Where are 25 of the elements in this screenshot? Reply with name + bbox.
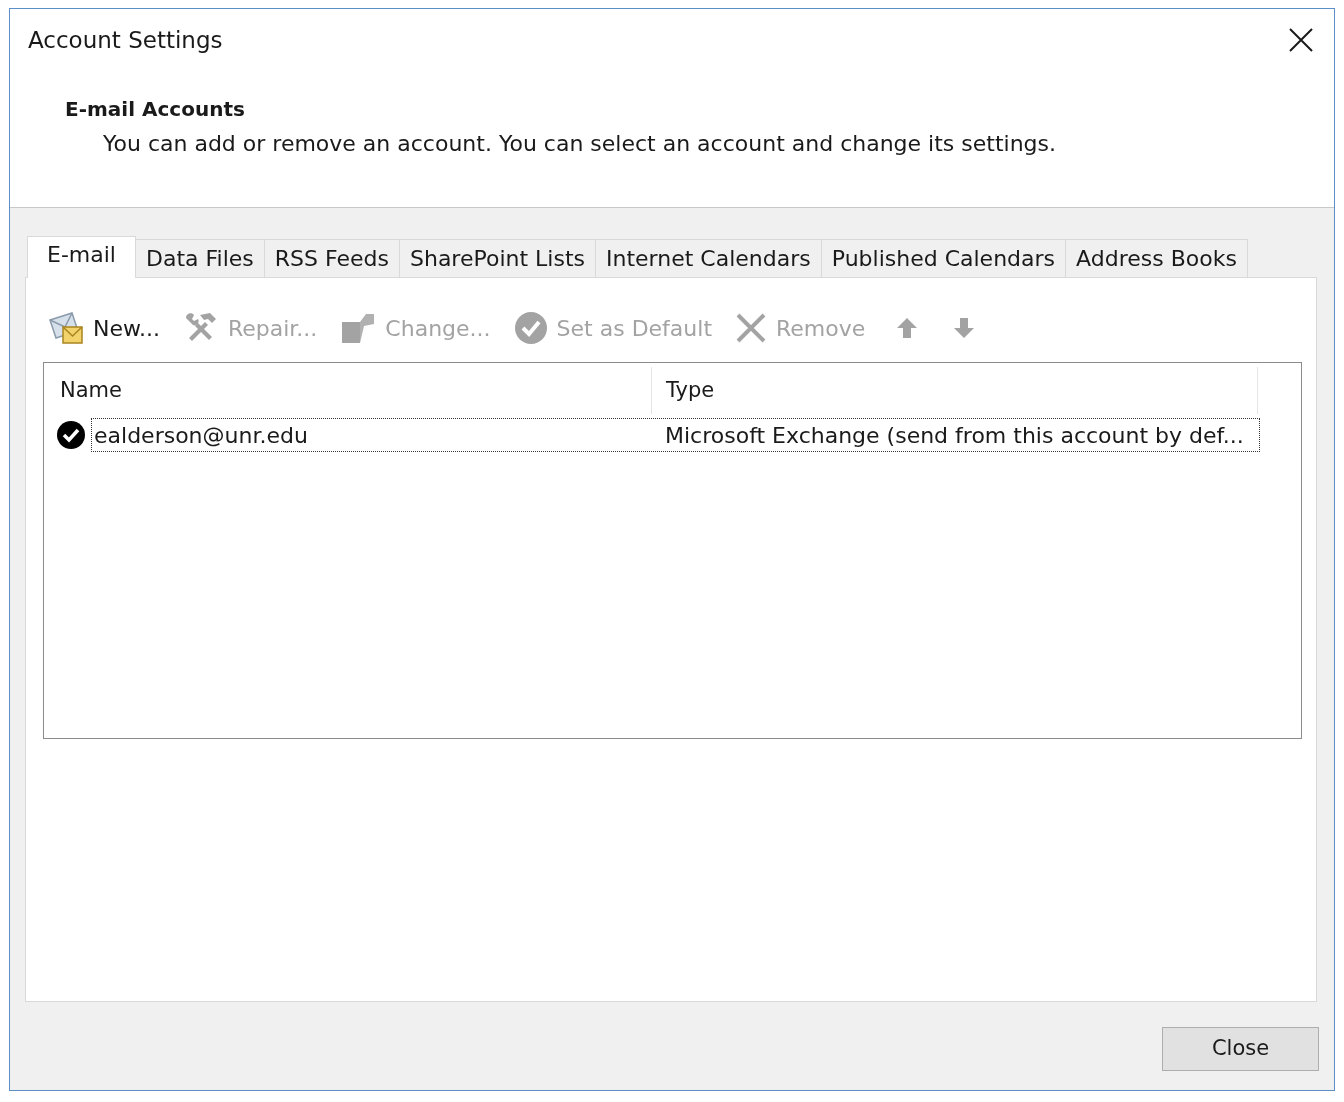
window-title: Account Settings: [28, 25, 223, 55]
tab[interactable]: E-mail: [27, 236, 136, 278]
tab[interactable]: Data Files: [136, 239, 265, 277]
column-header[interactable]: Type: [652, 367, 1258, 414]
column-header[interactable]: Name: [45, 367, 652, 414]
tab[interactable]: SharePoint Lists: [399, 239, 596, 277]
tab[interactable]: Address Books: [1066, 239, 1248, 277]
x-mark-icon: [735, 312, 768, 344]
close-icon: [1289, 28, 1313, 52]
section-description: You can add or remove an account. You can select an account and change its settings.: [103, 131, 1056, 157]
card-icon: [340, 312, 377, 344]
account-type: Microsoft Exchange (send from this account by def...: [665, 421, 1244, 450]
arrow-down-icon: [953, 317, 976, 339]
close-dialog-button[interactable]: Close: [1162, 1027, 1319, 1071]
account-row[interactable]: ealderson@unr.edu Microsoft Exchange (send from this account by def...: [91, 418, 1260, 452]
envelope-icon: [48, 311, 84, 345]
check-circle-icon: [513, 311, 548, 345]
tab[interactable]: RSS Feeds: [264, 239, 400, 277]
tab[interactable]: Published Calendars: [821, 239, 1067, 277]
arrow-up-icon: [896, 317, 919, 339]
account-name: ealderson@unr.edu: [93, 421, 309, 450]
section-heading: E-mail Accounts: [65, 96, 245, 122]
tab[interactable]: Internet Calendars: [596, 239, 822, 277]
close-button[interactable]: [1288, 27, 1314, 53]
new-button[interactable]: New...: [48, 309, 160, 347]
